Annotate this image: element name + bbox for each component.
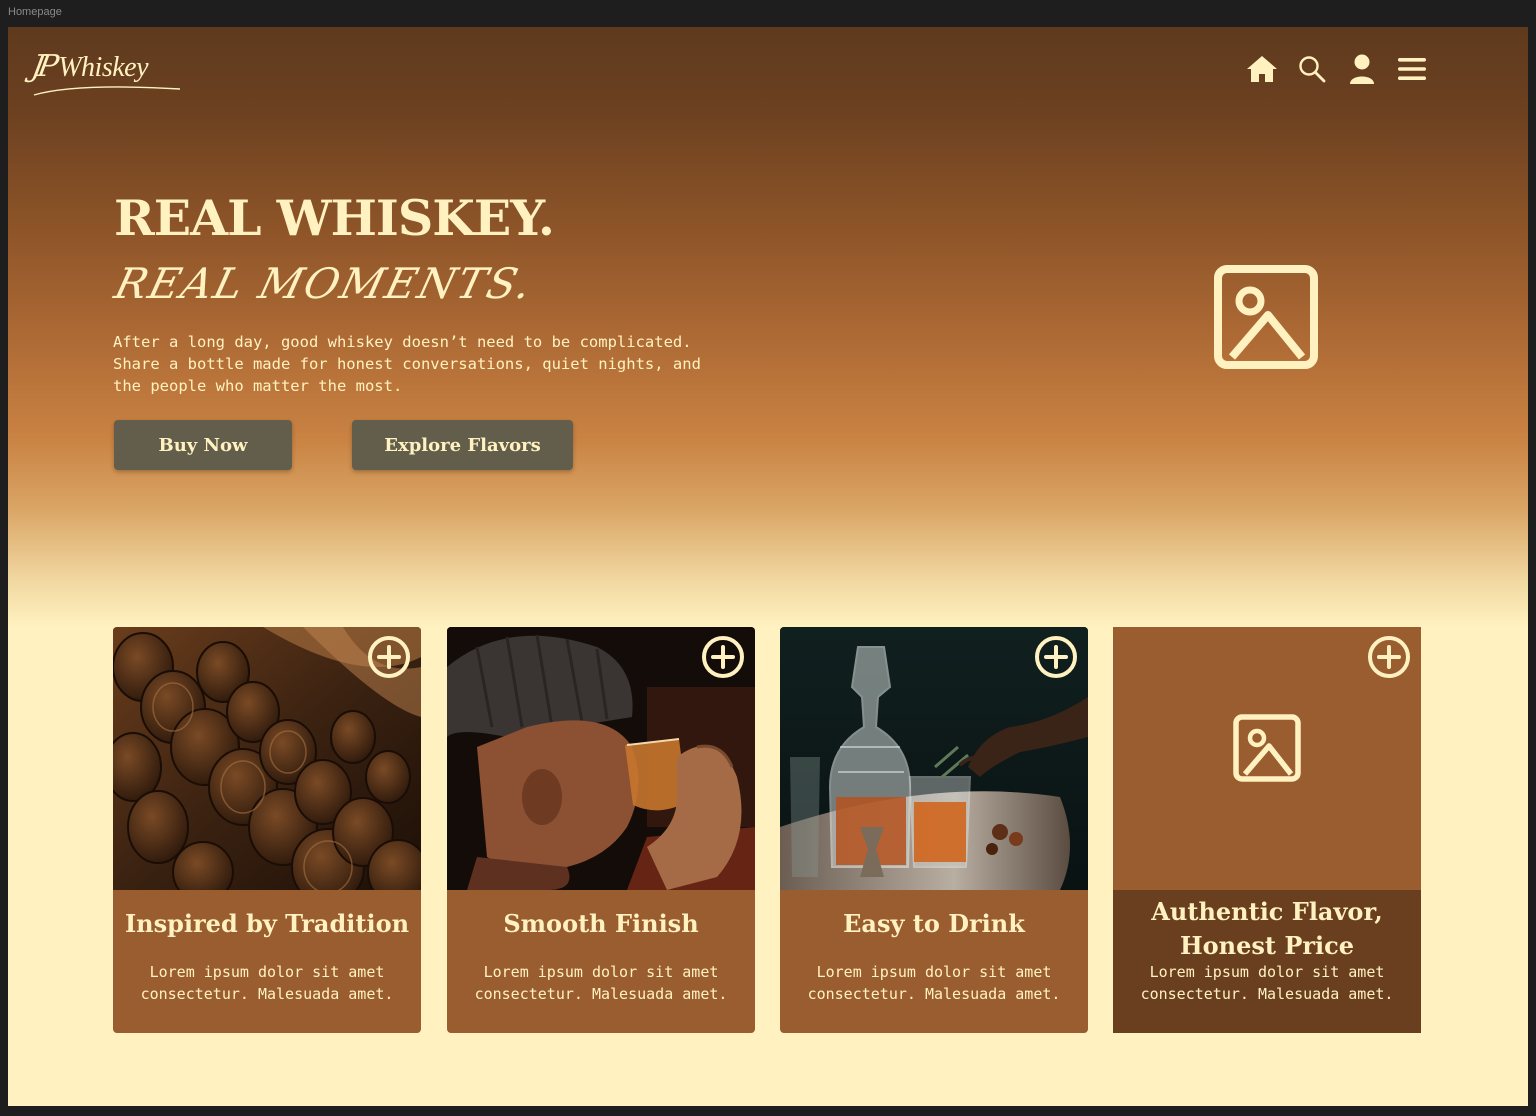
card-title: Smooth Finish: [503, 909, 699, 938]
hero-description: After a long day, good whiskey doesn’t n…: [113, 333, 701, 395]
homepage-canvas: JP Whiskey REAL WHISKEY. REAL MOMENTS. A…: [8, 27, 1528, 1106]
expand-plus-icon[interactable]: [1367, 635, 1411, 679]
explore-flavors-button[interactable]: Explore Flavors: [352, 420, 573, 470]
buy-now-button[interactable]: Buy Now: [114, 420, 292, 470]
header-nav: [1244, 51, 1430, 87]
logo-wordmark: Whiskey: [58, 52, 149, 83]
card-title: Easy to Drink: [843, 909, 1025, 938]
feature-card[interactable]: Authentic Flavor, Honest Price Lorem ips…: [1113, 627, 1421, 1033]
search-icon[interactable]: [1294, 51, 1330, 87]
card-text: Lorem ipsum dolor sit amet consectetur. …: [807, 963, 1061, 1003]
image-placeholder-icon: [1214, 265, 1318, 373]
feature-card[interactable]: Inspired by Tradition Lorem ipsum dolor …: [113, 627, 421, 1033]
expand-plus-icon[interactable]: [701, 635, 745, 679]
expand-plus-icon[interactable]: [367, 635, 411, 679]
feature-card[interactable]: Easy to Drink Lorem ipsum dolor sit amet…: [780, 627, 1088, 1033]
home-icon[interactable]: [1244, 51, 1280, 87]
hero-section: JP Whiskey REAL WHISKEY. REAL MOMENTS. A…: [8, 27, 1528, 627]
logo[interactable]: JP Whiskey: [28, 49, 149, 84]
expand-plus-icon[interactable]: [1034, 635, 1078, 679]
card-title: Inspired by Tradition: [124, 909, 410, 938]
card-text: Lorem ipsum dolor sit amet consectetur. …: [1140, 963, 1394, 1003]
card-text: Lorem ipsum dolor sit amet consectetur. …: [140, 963, 394, 1003]
frame-label: Homepage: [8, 6, 62, 18]
logo-monogram: JP: [28, 49, 56, 84]
image-placeholder-icon: [1233, 714, 1301, 786]
feature-card[interactable]: Smooth Finish Lorem ipsum dolor sit amet…: [447, 627, 755, 1033]
menu-icon[interactable]: [1394, 51, 1430, 87]
hero-title: REAL WHISKEY.: [114, 189, 555, 247]
logo-swash: [33, 86, 181, 96]
card-title: Authentic Flavor, Honest Price: [1151, 897, 1383, 960]
hero-subtitle: REAL MOMENTS.: [109, 259, 539, 308]
user-icon[interactable]: [1344, 51, 1380, 87]
card-text: Lorem ipsum dolor sit amet consectetur. …: [474, 963, 728, 1003]
